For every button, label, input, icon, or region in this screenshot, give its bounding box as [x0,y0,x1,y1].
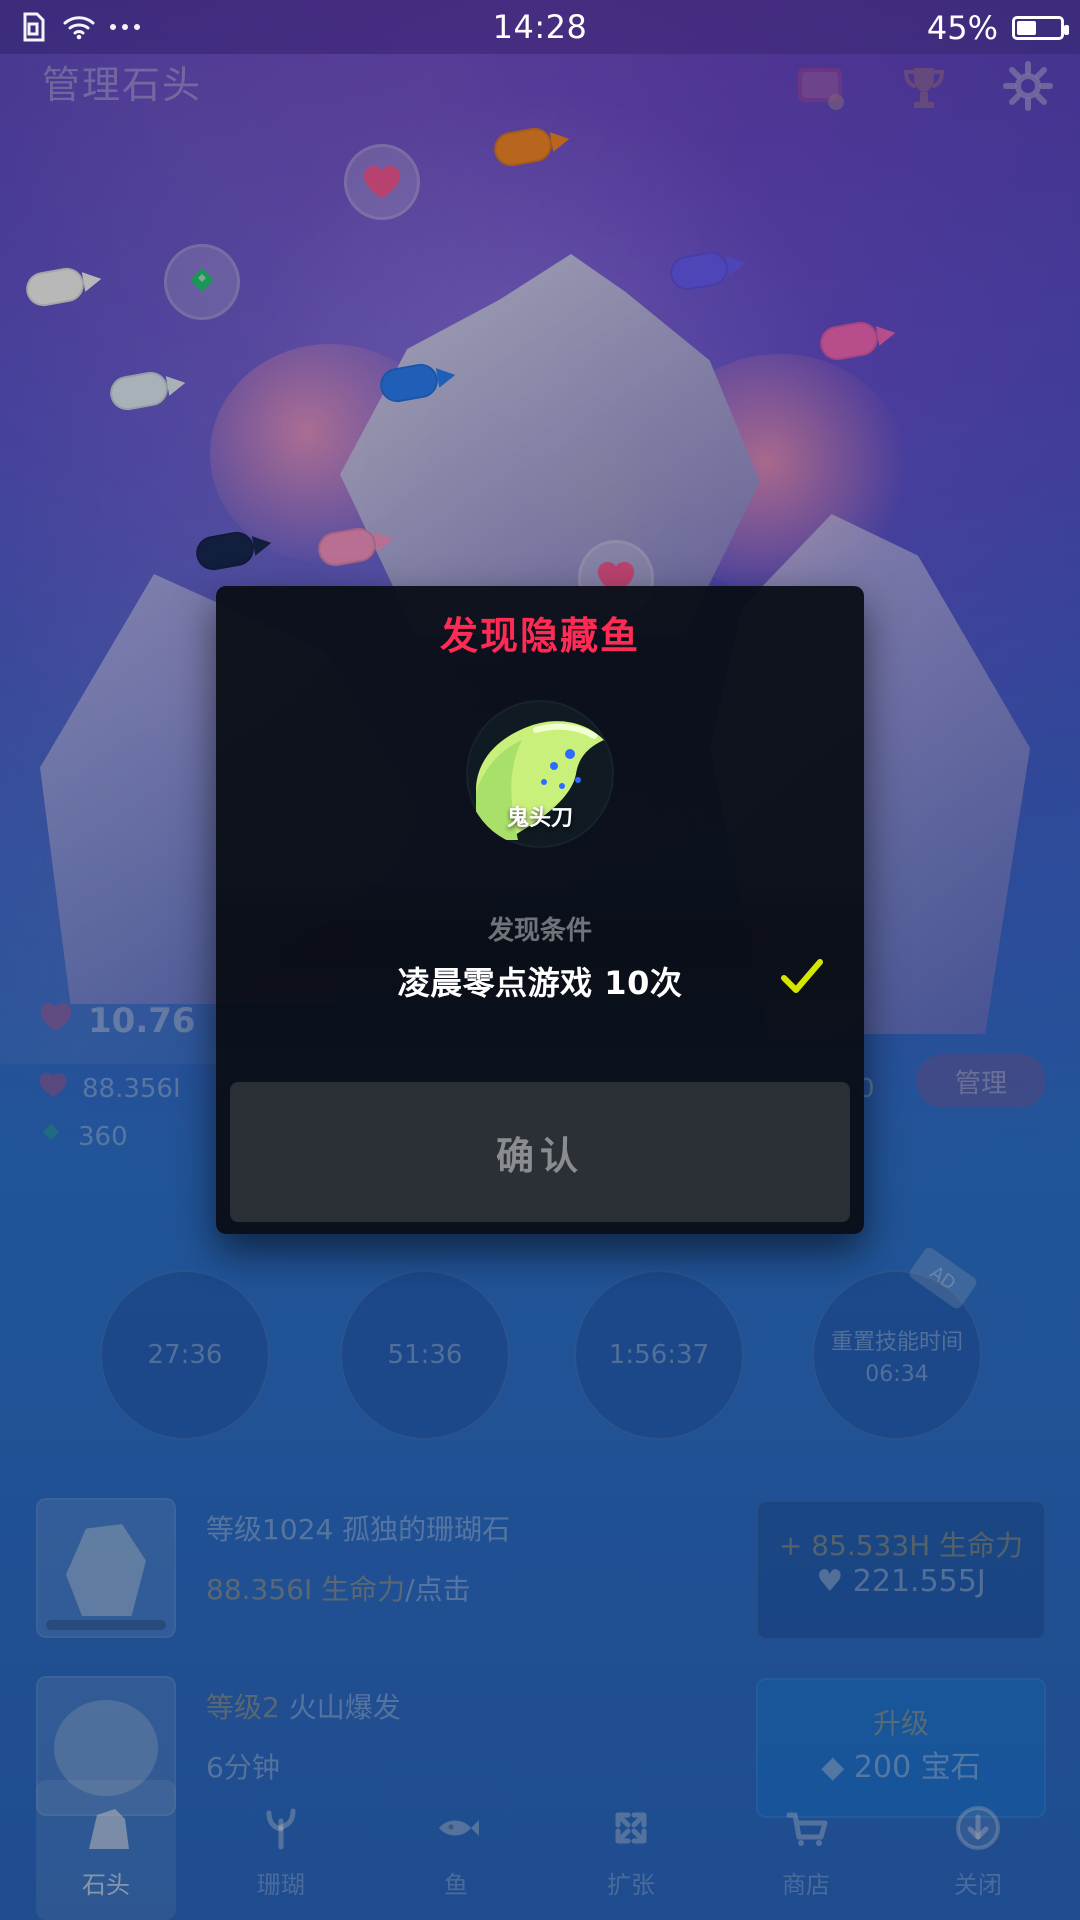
battery-percent: 45% [926,9,998,47]
status-bar: 14:28 45% [0,0,1080,54]
modal-title: 发现隐藏鱼 [439,613,640,658]
condition-panel: 发现条件 凌晨零点游戏 10次 [216,872,864,1062]
fish-name: 鬼头刀 [506,806,573,831]
condition-text: 凌晨零点游戏 10次 [397,964,683,1002]
hidden-fish-modal: 发现隐藏鱼 鬼头刀 发现条件 凌晨零点游戏 10次 确认 [216,586,864,1234]
confirm-button[interactable]: 确认 [230,1082,850,1222]
fish-image-area: 鬼头刀 [216,684,864,864]
condition-label: 发现条件 [487,916,592,946]
status-time: 14:28 [492,8,588,46]
checkmark-icon [778,954,826,998]
battery-status: 45% [926,9,1069,47]
confirm-label: 确认 [495,1133,584,1178]
fish-image: 鬼头刀 [466,700,614,848]
battery-fill [1017,21,1036,35]
game-screen: 14:28 45% 管理石头 10.76 88.356I 360 0 管理 27… [0,0,1080,1920]
modal-header: 发现隐藏鱼 [216,586,864,678]
battery-icon [1012,16,1069,40]
